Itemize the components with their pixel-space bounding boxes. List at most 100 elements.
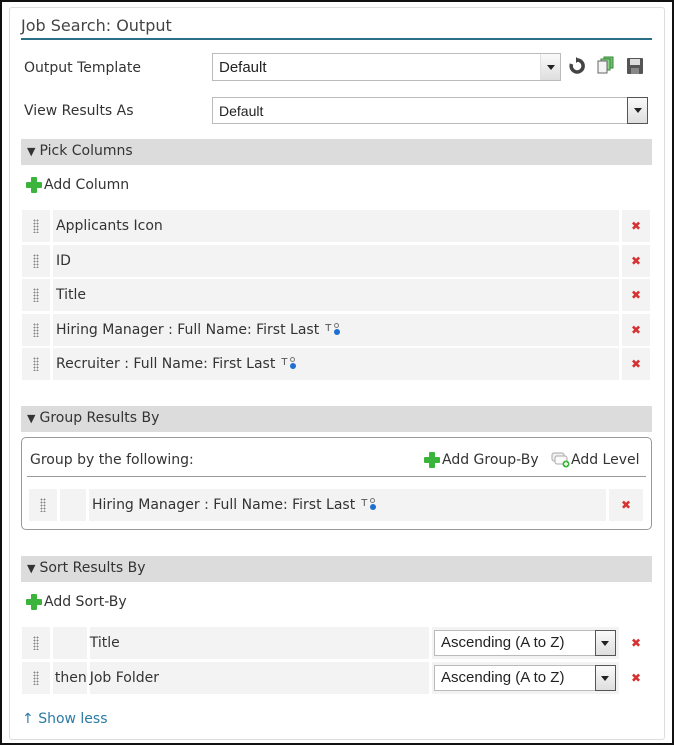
column-row: Title ✖ xyxy=(22,279,650,311)
delete-icon: ✖ xyxy=(630,288,642,302)
group-name: Hiring Manager : Full Name: First Last T xyxy=(89,489,606,521)
group-results-title: Group Results By xyxy=(39,410,160,426)
drag-handle-icon xyxy=(33,288,39,302)
drag-handle[interactable] xyxy=(22,210,50,242)
view-results-value: Default xyxy=(219,103,264,119)
add-group-by-button[interactable]: Add Group-By xyxy=(424,452,539,468)
drag-handle[interactable] xyxy=(22,244,50,277)
collapse-triangle-icon: ▼ xyxy=(27,412,36,425)
column-row: ID ✖ xyxy=(22,244,650,277)
drag-handle[interactable] xyxy=(29,489,57,521)
delete-icon: ✖ xyxy=(631,670,642,685)
column-name: ID xyxy=(53,244,619,277)
delete-icon: ✖ xyxy=(630,357,642,371)
field-path-icon[interactable]: T xyxy=(281,357,297,371)
drag-handle[interactable] xyxy=(22,627,50,659)
column-name: Recruiter : Full Name: First Last T xyxy=(53,348,619,380)
show-less-link[interactable]: ↑ Show less xyxy=(22,711,108,727)
delete-column-button[interactable]: ✖ xyxy=(622,244,650,277)
delete-column-button[interactable]: ✖ xyxy=(622,348,650,380)
output-template-label: Output Template xyxy=(24,60,141,76)
sort-field-name: Job Folder xyxy=(89,661,430,694)
column-name: Applicants Icon xyxy=(53,210,619,242)
column-row: Recruiter : Full Name: First Last T ✖ xyxy=(22,348,650,380)
drag-handle[interactable] xyxy=(22,279,50,311)
chevron-down-icon[interactable] xyxy=(595,664,617,691)
drag-handle-icon xyxy=(32,670,39,685)
drag-handle[interactable] xyxy=(22,348,50,380)
output-template-value: Default xyxy=(219,59,267,76)
drag-handle-icon xyxy=(33,253,39,268)
show-less-label: Show less xyxy=(38,711,108,727)
sort-prefix xyxy=(52,627,87,659)
add-level-label: Add Level xyxy=(571,452,640,468)
sort-prefix: then xyxy=(52,661,87,694)
group-results-header[interactable]: ▼ Group Results By xyxy=(21,406,652,432)
sort-results-header[interactable]: ▼ Sort Results By xyxy=(21,556,652,582)
delete-group-button[interactable]: ✖ xyxy=(609,489,643,521)
arrow-up-icon: ↑ xyxy=(22,711,34,727)
chevron-down-icon[interactable] xyxy=(627,97,648,124)
drag-handle-icon xyxy=(40,498,46,512)
delete-sort-button[interactable]: ✖ xyxy=(622,627,650,659)
add-column-button[interactable]: Add Column xyxy=(26,177,129,193)
field-path-icon[interactable]: T xyxy=(325,322,341,337)
drag-handle-icon xyxy=(33,219,39,233)
sort-results-title: Sort Results By xyxy=(39,560,146,576)
delete-column-button[interactable]: ✖ xyxy=(622,210,650,242)
sort-field-name: Title xyxy=(89,627,430,659)
collapse-triangle-icon: ▼ xyxy=(27,145,36,158)
group-by-subtitle: Group by the following: xyxy=(30,452,194,468)
chevron-down-icon[interactable] xyxy=(540,54,560,80)
field-path-icon[interactable]: T xyxy=(361,498,377,512)
drag-handle[interactable] xyxy=(22,313,50,346)
sort-order-select[interactable]: Ascending (A to Z) xyxy=(434,630,617,656)
delete-sort-button[interactable]: ✖ xyxy=(622,662,650,694)
collapse-triangle-icon: ▼ xyxy=(27,562,36,575)
add-level-button[interactable]: Add Level xyxy=(551,452,640,468)
view-results-select[interactable]: Default xyxy=(212,97,648,124)
column-name-text: Title xyxy=(56,287,87,303)
add-level-icon xyxy=(551,452,570,468)
delete-icon: ✖ xyxy=(620,498,632,512)
column-name-text: ID xyxy=(56,252,71,269)
copy-icon[interactable] xyxy=(597,56,615,74)
drag-handle[interactable] xyxy=(22,661,50,694)
drag-handle-icon xyxy=(33,322,39,337)
add-column-label: Add Column xyxy=(44,177,130,193)
sort-order-select[interactable]: Ascending (A to Z) xyxy=(434,664,617,691)
sort-order-cell: Ascending (A to Z) xyxy=(432,627,620,659)
group-name-text: Hiring Manager : Full Name: First Last xyxy=(92,497,356,513)
add-group-by-label: Add Group-By xyxy=(442,452,539,468)
column-row: Hiring Manager : Full Name: First Last T ✖ xyxy=(22,313,650,346)
output-template-select[interactable]: Default xyxy=(212,53,561,81)
delete-icon: ✖ xyxy=(630,219,642,233)
sort-row: Title Ascending (A to Z) ✖ xyxy=(22,627,650,659)
sort-order-value: Ascending (A to Z) xyxy=(441,668,565,686)
drag-handle-icon xyxy=(32,636,39,650)
delete-column-button[interactable]: ✖ xyxy=(622,279,650,311)
group-by-box: Group by the following: Add Group-By Add… xyxy=(21,437,652,530)
column-name-text: Hiring Manager : Full Name: First Last xyxy=(56,321,320,338)
reset-icon[interactable] xyxy=(568,57,586,75)
divider xyxy=(27,476,646,477)
page-title: Job Search: Output xyxy=(21,14,652,40)
delete-icon: ✖ xyxy=(631,636,642,650)
column-row: Applicants Icon ✖ xyxy=(22,210,650,242)
view-results-label: View Results As xyxy=(24,103,134,119)
column-name-text: Recruiter : Full Name: First Last xyxy=(56,356,276,372)
add-sort-by-button[interactable]: Add Sort-By xyxy=(26,594,127,610)
pick-columns-header[interactable]: ▼ Pick Columns xyxy=(21,139,652,165)
column-name: Hiring Manager : Full Name: First Last T xyxy=(53,313,619,346)
pick-columns-title: Pick Columns xyxy=(39,143,133,159)
chevron-down-icon[interactable] xyxy=(595,630,617,656)
delete-icon: ✖ xyxy=(630,253,642,268)
save-icon[interactable] xyxy=(626,57,644,75)
group-level-spacer xyxy=(60,489,86,521)
delete-column-button[interactable]: ✖ xyxy=(622,313,650,346)
group-row: Hiring Manager : Full Name: First Last T ✖ xyxy=(29,489,643,521)
delete-icon: ✖ xyxy=(630,322,642,337)
plus-icon xyxy=(26,177,42,193)
sort-order-value: Ascending (A to Z) xyxy=(441,634,565,651)
column-name: Title xyxy=(53,279,619,311)
